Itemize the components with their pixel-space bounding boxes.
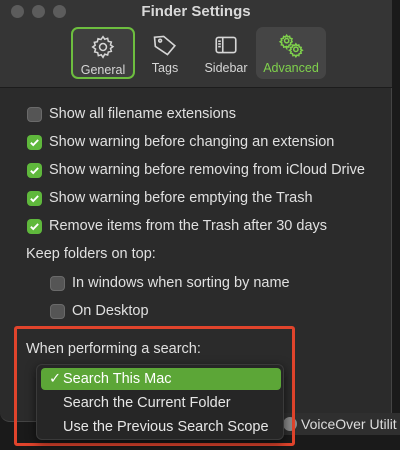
tab-general-label: General (80, 63, 126, 77)
menu-item-label: Search the Current Folder (63, 395, 231, 411)
sidebar-icon (215, 36, 237, 54)
option-label: Show warning before emptying the Trash (49, 190, 313, 206)
checkbox[interactable] (27, 106, 42, 122)
tab-tags-label: Tags (151, 61, 179, 75)
checkbox[interactable] (27, 134, 42, 150)
option-warn-empty-trash[interactable]: Show warning before emptying the Trash (27, 190, 313, 206)
tag-icon (153, 35, 176, 56)
option-label: Show warning before removing from iCloud… (49, 162, 365, 178)
checkbox[interactable] (50, 275, 65, 291)
option-label: Show all filename extensions (49, 106, 236, 122)
checkbox[interactable] (27, 190, 42, 206)
checkmark-icon (30, 222, 39, 230)
gear-icon (91, 35, 115, 59)
option-folders-top-desktop[interactable]: On Desktop (50, 303, 149, 319)
tab-advanced[interactable]: Advanced (256, 27, 326, 79)
background-app-label: VoiceOver Utilit (301, 416, 397, 432)
checkmark-icon (30, 166, 39, 174)
keep-folders-heading: Keep folders on top: (26, 246, 156, 262)
tab-general[interactable]: General (71, 27, 135, 79)
menu-item-label: Search This Mac (63, 371, 172, 387)
gears-icon (278, 33, 304, 58)
toolbar: Finder Settings General Tags Sidebar Adv… (0, 0, 392, 88)
checkmark-icon: ✓ (49, 371, 62, 387)
tab-sidebar-label: Sidebar (204, 61, 248, 75)
tab-sidebar[interactable]: Sidebar (198, 27, 254, 79)
option-show-extensions[interactable]: Show all filename extensions (27, 106, 236, 122)
option-remove-trash-30-days[interactable]: Remove items from the Trash after 30 day… (27, 218, 327, 234)
option-label: On Desktop (72, 303, 149, 319)
search-scope-popup-menu: ✓ Search This Mac Search the Current Fol… (36, 364, 284, 440)
checkbox[interactable] (50, 303, 65, 319)
tab-advanced-label: Advanced (263, 61, 319, 75)
window-title: Finder Settings (141, 3, 251, 20)
checkbox[interactable] (27, 162, 42, 178)
option-label: Show warning before changing an extensio… (49, 134, 335, 150)
option-label: In windows when sorting by name (72, 275, 290, 291)
option-warn-icloud[interactable]: Show warning before removing from iCloud… (27, 162, 365, 178)
tab-tags[interactable]: Tags (140, 27, 190, 79)
checkmark-icon (30, 138, 39, 146)
checkmark-icon (30, 194, 39, 202)
background-app-item: VoiceOver Utilit (281, 413, 400, 435)
menu-item-search-current-folder[interactable]: Search the Current Folder (41, 392, 281, 414)
menu-item-search-this-mac[interactable]: ✓ Search This Mac (41, 368, 281, 390)
menu-item-previous-scope[interactable]: Use the Previous Search Scope (41, 416, 281, 438)
checkbox[interactable] (27, 218, 42, 234)
option-warn-change-extension[interactable]: Show warning before changing an extensio… (27, 134, 334, 150)
option-label: Remove items from the Trash after 30 day… (49, 218, 328, 234)
menu-item-label: Use the Previous Search Scope (63, 419, 269, 435)
option-folders-top-windows[interactable]: In windows when sorting by name (50, 275, 290, 291)
